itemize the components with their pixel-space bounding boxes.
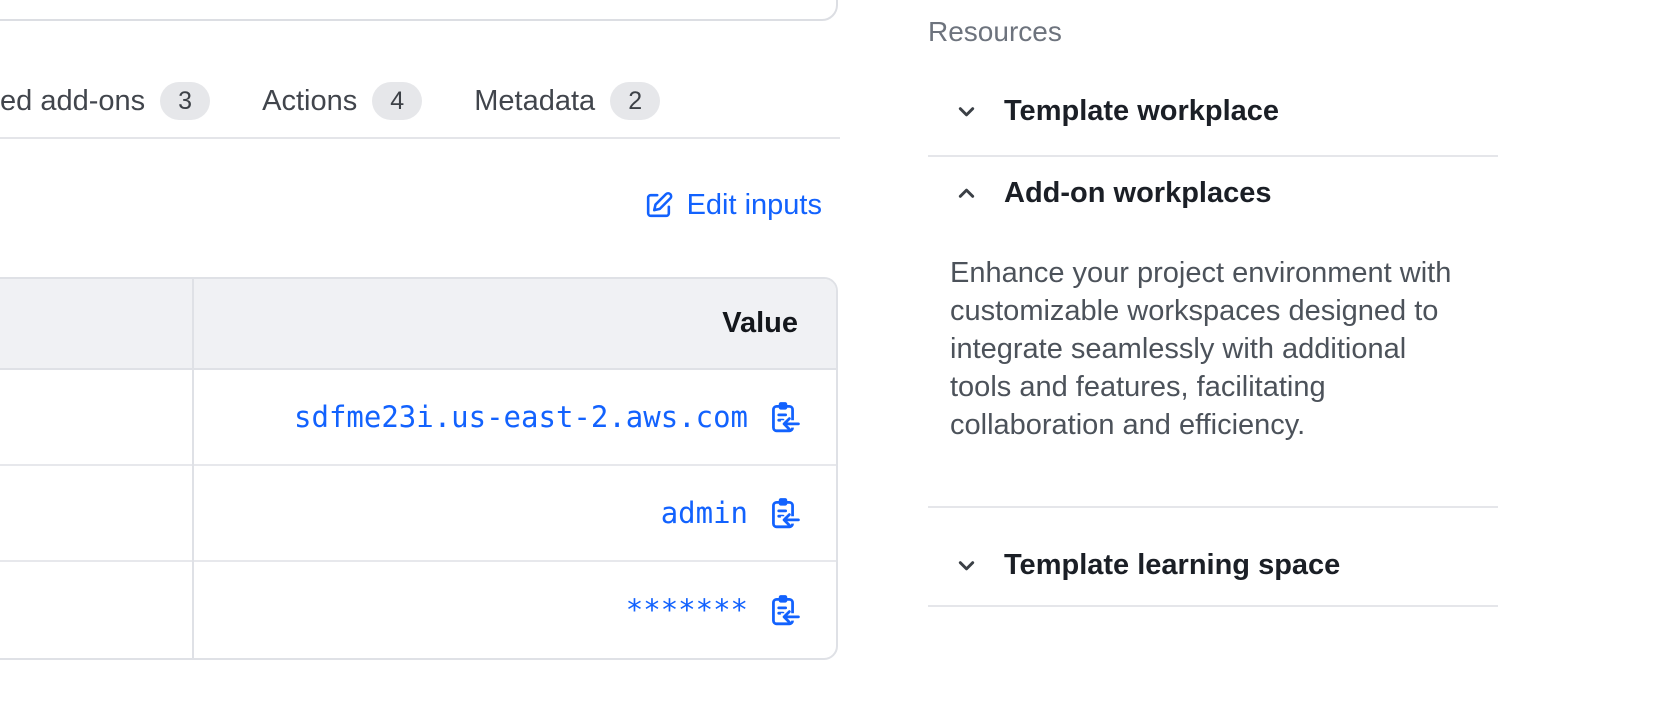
add-on-workplaces-description: Enhance your project environment with cu… (950, 254, 1464, 444)
chevron-down-icon (953, 552, 980, 579)
previous-card-edge (0, 0, 838, 21)
table-row: ******* (0, 562, 836, 658)
tab-label: Metadata (474, 85, 595, 118)
tab-count-badge: 2 (610, 82, 660, 120)
inputs-table: Value sdfme23i.us-east-2.aws.com admin (0, 277, 838, 660)
table-header-row: Value (0, 279, 836, 370)
password-masked-value[interactable]: ******* (626, 593, 748, 627)
edit-inputs-button[interactable]: Edit inputs (643, 186, 822, 224)
tab-metadata[interactable]: Metadata 2 (474, 82, 660, 120)
accordion-title: Template learning space (1004, 549, 1340, 582)
tab-count-badge: 3 (160, 82, 210, 120)
value-column-header: Value (722, 307, 798, 340)
chevron-down-icon (953, 98, 980, 125)
edit-inputs-label: Edit inputs (687, 189, 822, 222)
tab-count-badge: 4 (372, 82, 422, 120)
copy-to-clipboard-icon[interactable] (766, 400, 800, 434)
accordion-title: Add-on workplaces (1004, 177, 1272, 210)
accordion-template-workplace[interactable]: Template workplace (928, 90, 1498, 132)
panel-divider (928, 155, 1498, 157)
hostname-value[interactable]: sdfme23i.us-east-2.aws.com (294, 400, 748, 434)
tab-label: ed add-ons (0, 85, 145, 118)
edit-pencil-icon (643, 190, 674, 221)
detail-tabs: ed add-ons 3 Actions 4 Metadata 2 (0, 80, 660, 122)
column-divider (192, 279, 194, 658)
tab-installed-add-ons[interactable]: ed add-ons 3 (0, 82, 210, 120)
copy-to-clipboard-icon[interactable] (766, 496, 800, 530)
chevron-up-icon (953, 180, 980, 207)
panel-divider (928, 605, 1498, 607)
resources-panel-title: Resources (928, 16, 1062, 48)
tab-label: Actions (262, 85, 357, 118)
accordion-add-on-workplaces[interactable]: Add-on workplaces (928, 172, 1498, 214)
tabs-divider (0, 137, 840, 139)
accordion-template-learning-space[interactable]: Template learning space (928, 544, 1498, 586)
username-value[interactable]: admin (661, 496, 748, 530)
table-row: sdfme23i.us-east-2.aws.com (0, 370, 836, 466)
accordion-title: Template workplace (1004, 95, 1279, 128)
tab-actions[interactable]: Actions 4 (262, 82, 422, 120)
copy-to-clipboard-icon[interactable] (766, 593, 800, 627)
table-row: admin (0, 466, 836, 562)
panel-divider (928, 506, 1498, 508)
